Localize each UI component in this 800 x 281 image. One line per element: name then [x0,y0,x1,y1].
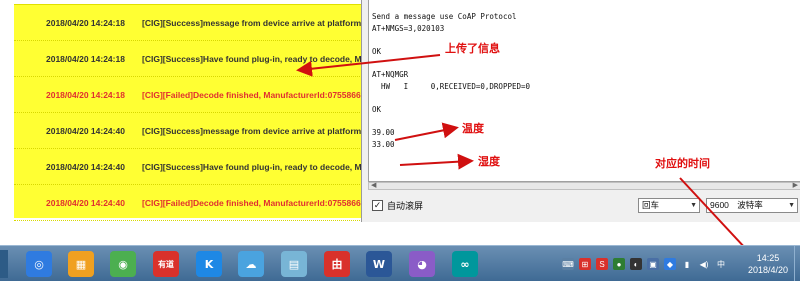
tray-app-icon[interactable]: S [596,258,608,270]
log-message: [CIG][Success]Have found plug-in, ready … [142,53,364,64]
tray-app-icon[interactable]: ◐ [630,258,642,270]
line-ending-select[interactable]: 回车 ▼ [638,198,700,213]
serial-monitor-window: Send a message use CoAP Protocol AT+NMGS=… [361,0,800,222]
annotation-corresponding-time: 对应的时间 [655,157,710,170]
serial-output-line: Send a message use CoAP Protocol [372,12,517,21]
log-message: [CIG][Success]Have found plug-in, ready … [142,161,364,172]
serial-output-line: 39.00 [372,128,395,137]
system-clock[interactable]: 14:25 2018/4/20 [740,252,796,276]
log-timestamp: 2018/04/20 14:24:40 [46,125,125,136]
serial-toolbar: ✓ 自动滚屏 回车 ▼ 9600 波特率 ▼ [368,195,800,217]
cat-app-icon[interactable]: ◕ [409,251,435,277]
baud-rate-value: 9600 [710,200,729,210]
annotation-uploaded-info: 上传了信息 [445,42,500,55]
log-message: [CIG][Success]message from device arrive… [142,17,364,28]
log-timestamp: 2018/04/20 14:24:18 [46,53,125,64]
clock-time: 14:25 [756,253,780,263]
horizontal-scrollbar[interactable]: ◀ ▶ [368,182,800,190]
line-ending-value: 回车 [642,200,660,210]
baidu-netdisk-icon[interactable]: ◎ [26,251,52,277]
log-message: [CIG][Failed]Decode finished, Manufactur… [142,197,364,208]
kugou-icon[interactable]: K [196,251,222,277]
table-row[interactable]: 2018/04/20 14:24:40 [CIG][Success]message… [14,113,364,149]
log-message: [CIG][Failed]Decode finished, Manufactur… [142,89,364,100]
event-log-table: 2018/04/20 14:24:18 [CIG][Success]message… [14,4,364,221]
serial-output-area[interactable]: Send a message use CoAP Protocol AT+NMGS=… [368,0,800,182]
serial-output-line: 33.00 [372,139,395,149]
start-button[interactable] [0,250,8,278]
table-row[interactable]: 2018/04/20 14:24:18 [CIG][Success]Have fo… [14,41,364,77]
serial-output-line: AT+NMGS=3,020103 [372,23,445,33]
log-timestamp: 2018/04/20 14:24:40 [46,161,125,172]
notes-icon[interactable]: ▤ [281,251,307,277]
arduino-icon[interactable]: ∞ [452,251,478,277]
annotation-temperature: 温度 [462,122,484,135]
app-red-icon[interactable]: 由 [324,251,350,277]
baud-rate-label: 波特率 [737,200,763,210]
log-message: [CIG][Success]message from device arrive… [142,125,364,136]
tray-app-icon[interactable]: ⊞ [579,258,591,270]
log-timestamp: 2018/04/20 14:24:18 [46,89,125,100]
volume-icon[interactable]: ◀) [698,258,710,270]
table-row[interactable]: 2018/04/20 14:24:40 [CIG][Success]Have fo… [14,149,364,185]
serial-output-line: HW I 0,RECEIVED=0,DROPPED=0 [372,81,531,91]
shield-icon[interactable]: ◆ [664,258,676,270]
table-row[interactable]: 2018/04/20 14:24:18 [CIG][Failed]Decode f… [14,77,364,113]
tray-app-icon[interactable]: ▣ [647,258,659,270]
scroll-right-icon[interactable]: ▶ [793,181,798,189]
clock-date: 2018/4/20 [747,265,789,275]
auto-scroll-label: 自动滚屏 [387,201,424,211]
windows-taskbar: ◎ ▦ ◉ 有道 K ☁ ▤ 由 W ◕ ∞ ⌨ ⊞ S ● ◐ ▣ ◆ ▮ ◀) 中 14:25 … [0,245,800,281]
event-log-panel: 2018/04/20 14:24:18 [CIG][Success]message… [0,0,370,245]
chevron-down-icon: ▼ [690,202,697,209]
keyboard-icon[interactable]: ⌨ [562,258,574,270]
serial-output-line: OK [372,104,382,114]
chinese-input-icon[interactable]: 中 [715,258,727,270]
tray-app-icon[interactable]: ● [613,258,625,270]
chrome-icon[interactable]: ◉ [110,251,136,277]
system-tray: ⌨ ⊞ S ● ◐ ▣ ◆ ▮ ◀) 中 [562,256,727,272]
scroll-left-icon[interactable]: ◀ [371,181,376,189]
baud-rate-select[interactable]: 9600 波特率 ▼ [706,198,798,213]
show-desktop-button[interactable] [794,246,800,281]
network-icon[interactable]: ▮ [681,258,693,270]
serial-output-line: OK [372,46,382,56]
auto-scroll-option[interactable]: ✓ 自动滚屏 [372,199,423,212]
table-row[interactable]: 2018/04/20 14:24:40 [CIG][Failed]Decode f… [14,185,364,221]
annotation-humidity: 湿度 [478,155,500,168]
serial-output-line: AT+NQMGR [372,70,409,79]
log-timestamp: 2018/04/20 14:24:40 [46,197,125,208]
cloud-icon[interactable]: ☁ [238,251,264,277]
log-timestamp: 2018/04/20 14:24:18 [46,17,125,28]
auto-scroll-checkbox[interactable]: ✓ [372,200,383,211]
table-row[interactable]: 2018/04/20 14:24:18 [CIG][Success]message… [14,5,364,41]
chevron-down-icon: ▼ [788,202,795,209]
app-store-icon[interactable]: ▦ [68,251,94,277]
word-icon[interactable]: W [366,251,392,277]
youdao-dictionary-icon[interactable]: 有道 [153,251,179,277]
